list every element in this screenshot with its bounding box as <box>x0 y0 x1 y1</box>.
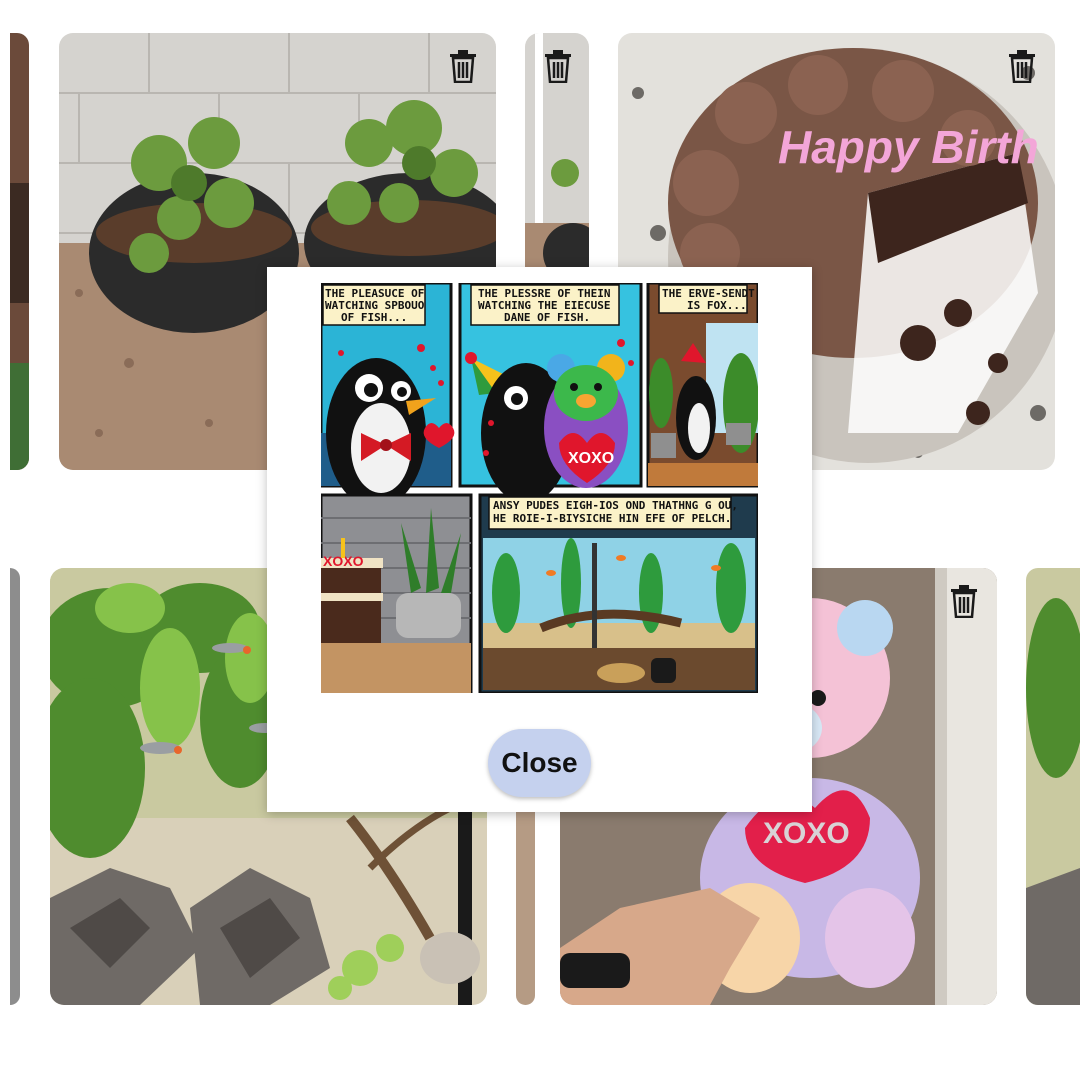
comic-panel-5: ANSY PUDES EIGH-IOS OND THATHNG G OU, HE… <box>478 493 758 693</box>
comic-panel-1: THE PLEASUCE OF WATCHING SPBOUO OF FISH.… <box>321 283 455 508</box>
bear-heart-text: XOXO <box>568 450 614 467</box>
image-preview-dialog: THE PLEASUCE OF WATCHING SPBOUO OF FISH.… <box>267 267 812 812</box>
trash-icon <box>545 50 571 83</box>
delete-teddy-bear-button[interactable] <box>949 584 979 618</box>
comic-panel-3: THE ERVE-SENDT IS FOX... <box>646 283 758 488</box>
photo-card-edge-right-bottom[interactable] <box>1026 568 1080 1005</box>
aquarium-photo-edge <box>10 33 29 470</box>
photo-card-edge-left-top[interactable] <box>10 33 29 470</box>
photo-edge <box>10 568 20 1005</box>
cake-text: Happy Birth <box>778 121 1039 173</box>
trash-icon <box>450 50 476 83</box>
aquarium-photo-edge-right <box>1026 568 1080 1005</box>
svg-text:DANE OF FISH.: DANE OF FISH. <box>504 311 590 324</box>
delete-cake-button[interactable] <box>1007 49 1037 83</box>
heart-text: XOXO <box>763 817 850 850</box>
trash-icon <box>1009 50 1035 83</box>
comic-panel-2: THE PLESSRE OF THEIN WATCHING THE EIECUS… <box>458 283 643 503</box>
svg-text:ANSY PUDES EIGH-IOS OND THATHN: ANSY PUDES EIGH-IOS OND THATHNG G OU, <box>493 499 738 512</box>
svg-text:HE ROIE-I-BIYSICHE HIN EFE OF: HE ROIE-I-BIYSICHE HIN EFE OF PELCH. <box>493 512 731 525</box>
comic-panel-4: XOXO <box>321 493 473 693</box>
comic-illustration: THE PLEASUCE OF WATCHING SPBOUO OF FISH.… <box>321 283 758 693</box>
delete-plants-button[interactable] <box>448 49 478 83</box>
trash-icon <box>951 585 977 618</box>
svg-text:OF FISH...: OF FISH... <box>341 311 407 324</box>
photo-card-edge-left-bottom[interactable] <box>10 568 20 1005</box>
svg-text:IS FOX...: IS FOX... <box>687 299 747 312</box>
close-button[interactable]: Close <box>488 729 591 797</box>
comic-image: THE PLEASUCE OF WATCHING SPBOUO OF FISH.… <box>321 283 758 693</box>
delete-sliver-button[interactable] <box>543 49 573 83</box>
